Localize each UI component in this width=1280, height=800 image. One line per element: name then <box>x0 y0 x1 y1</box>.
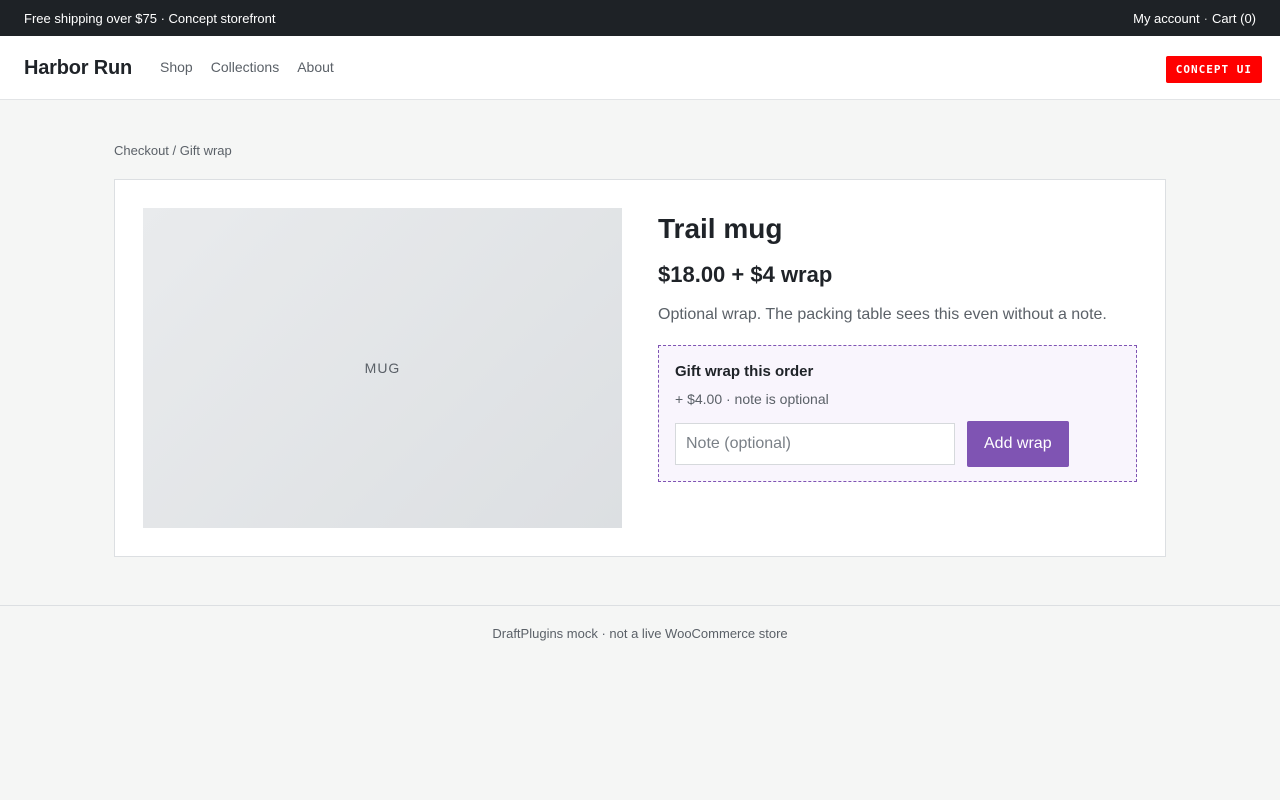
footer-text: DraftPlugins mock · not a live WooCommer… <box>492 626 788 641</box>
product-card: MUG Trail mug $18.00 + $4 wrap Optional … <box>114 179 1166 557</box>
gift-note-input[interactable] <box>675 423 955 465</box>
account-links: My account · Cart (0) <box>1133 11 1256 26</box>
breadcrumb: Checkout / Gift wrap <box>114 143 232 158</box>
product-description: Optional wrap. The packing table sees th… <box>658 306 1107 323</box>
promo-text: Free shipping over $75 · Concept storefr… <box>24 10 276 26</box>
add-wrap-button[interactable]: Add wrap <box>967 421 1069 467</box>
gift-wrap-form: Add wrap <box>675 421 1120 467</box>
gift-wrap-title: Gift wrap this order <box>675 363 814 380</box>
site-footer: DraftPlugins mock · not a live WooCommer… <box>0 605 1280 641</box>
my-account-link[interactable]: My account <box>1133 11 1199 26</box>
site-header: Harbor Run Shop Collections About CONCEP… <box>0 36 1280 100</box>
link-separator: · <box>1203 10 1208 26</box>
product-image-label: MUG <box>364 360 401 376</box>
product-title: Trail mug <box>658 213 783 244</box>
main-content: Checkout / Gift wrap MUG Trail mug $18.0… <box>114 100 1166 557</box>
nav-item-shop[interactable]: Shop <box>160 59 193 75</box>
cart-link[interactable]: Cart (0) <box>1212 11 1256 26</box>
gift-wrap-subtitle: + $4.00 · note is optional <box>675 391 829 407</box>
promo-bar: Free shipping over $75 · Concept storefr… <box>0 0 1280 36</box>
product-price: $18.00 + $4 wrap <box>658 262 833 287</box>
main-nav: Shop Collections About <box>160 59 334 75</box>
brand-logo[interactable]: Harbor Run <box>24 57 132 80</box>
nav-item-about[interactable]: About <box>297 59 334 75</box>
concept-ui-badge: CONCEPT UI <box>1165 56 1262 83</box>
gift-wrap-panel: Gift wrap this order + $4.00 · note is o… <box>658 345 1137 482</box>
product-details: Trail mug $18.00 + $4 wrap Optional wrap… <box>658 208 1137 528</box>
product-image: MUG <box>143 208 622 528</box>
nav-item-collections[interactable]: Collections <box>211 59 279 75</box>
